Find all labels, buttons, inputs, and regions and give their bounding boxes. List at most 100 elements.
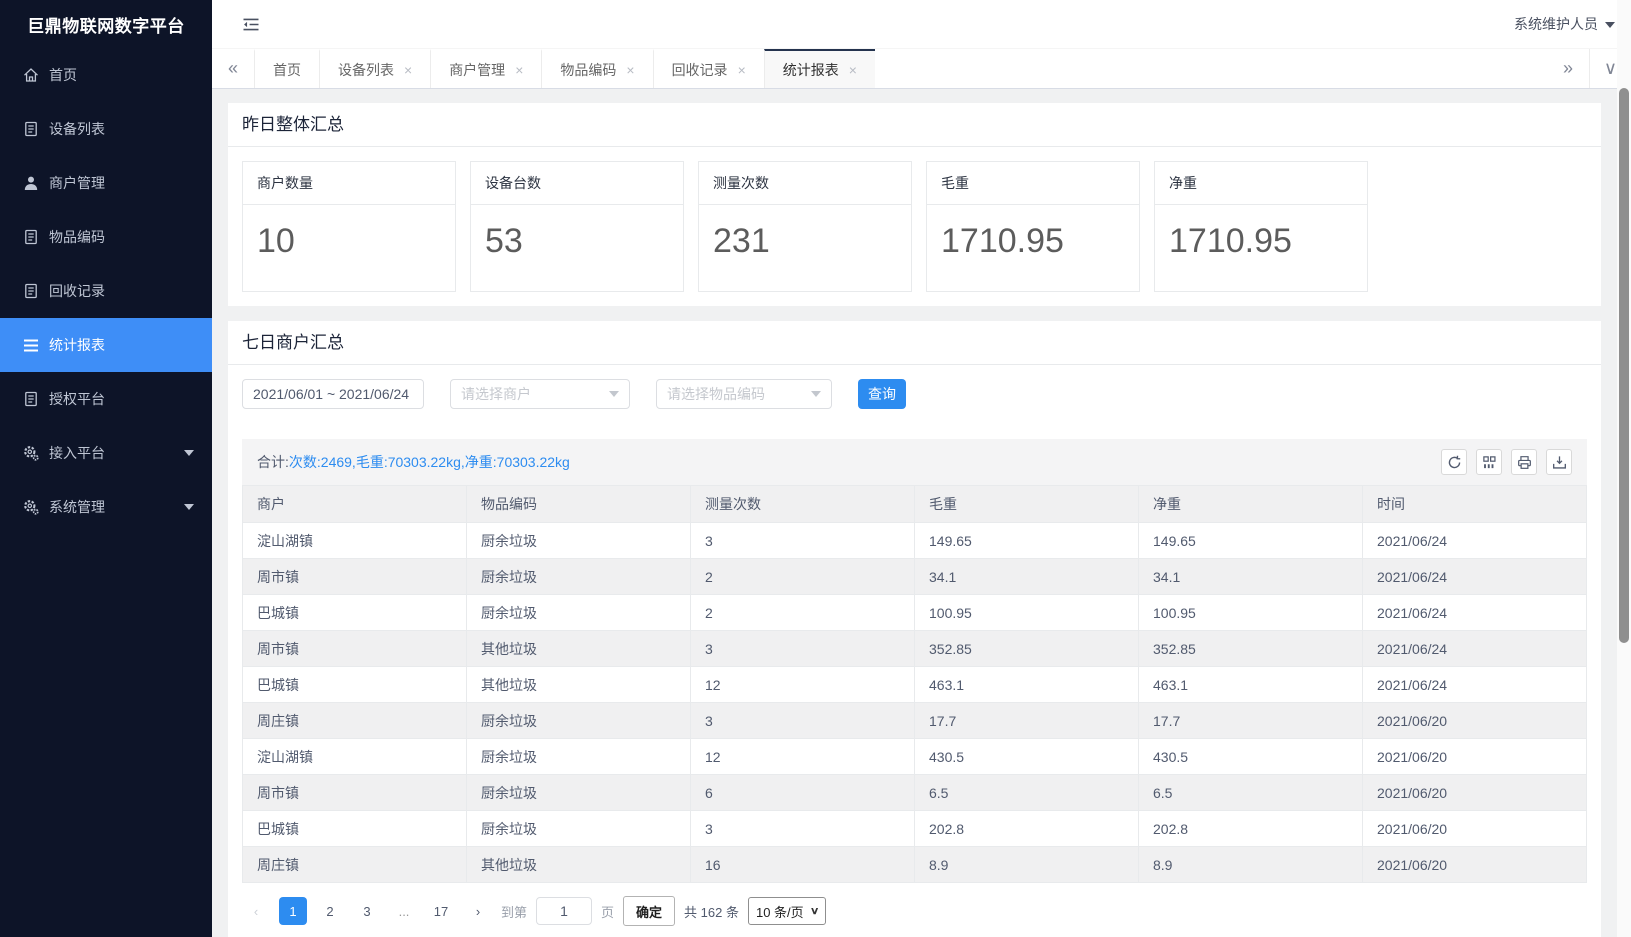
doc-icon xyxy=(22,283,39,300)
cell-net-weight: 6.5 xyxy=(1139,775,1363,811)
cell-merchant: 周市镇 xyxy=(243,775,467,811)
page-button[interactable]: › xyxy=(464,897,492,925)
cell-net-weight: 100.95 xyxy=(1139,595,1363,631)
sidebar-item[interactable]: 物品编码 xyxy=(0,210,212,264)
cell-merchant: 巴城镇 xyxy=(243,667,467,703)
totals-prefix: 合计: xyxy=(257,452,289,472)
tab-bar: « 首页 设备列表 × 商户管理 × 物品编码 × 回收记录 xyxy=(212,48,1631,89)
tab[interactable]: 商户管理 × xyxy=(430,49,541,88)
sidebar: 巨鼎物联网数字平台 首页 设备列表 商户管理 物品编码 xyxy=(0,0,212,937)
table-row: 周市镇 其他垃圾 3 352.85 352.85 2021/06/24 xyxy=(243,631,1587,667)
sidebar-item[interactable]: 接入平台 xyxy=(0,426,212,480)
tabs-scroll-left-button[interactable]: « xyxy=(212,49,254,88)
cell-gross-weight: 6.5 xyxy=(915,775,1139,811)
tabs-scroll-right-button[interactable]: » xyxy=(1547,49,1589,88)
table-header-cell: 净重 xyxy=(1139,486,1363,523)
cell-item-code: 厨余垃圾 xyxy=(467,811,691,847)
stat-value: 231 xyxy=(699,205,911,291)
close-icon[interactable]: × xyxy=(515,63,523,77)
close-icon[interactable]: × xyxy=(404,63,412,77)
sidebar-item[interactable]: 商户管理 xyxy=(0,156,212,210)
cell-item-code: 厨余垃圾 xyxy=(467,595,691,631)
report-card: 七日商户汇总 请选择商户 请选择物品编码 查询 合计: 次数:2469,毛重:7… xyxy=(228,321,1601,937)
item-code-select[interactable]: 请选择物品编码 xyxy=(656,379,832,409)
page-size-value: 10 条/页 xyxy=(756,902,804,921)
cell-merchant: 周庄镇 xyxy=(243,847,467,883)
cell-measure-count: 2 xyxy=(691,595,915,631)
tab[interactable]: 首页 xyxy=(254,49,319,88)
table-row: 周市镇 厨余垃圾 6 6.5 6.5 2021/06/20 xyxy=(243,775,1587,811)
table-header-cell: 测量次数 xyxy=(691,486,915,523)
sidebar-item[interactable]: 首页 xyxy=(0,48,212,102)
toolbar-button[interactable] xyxy=(1441,449,1467,475)
cell-merchant: 周市镇 xyxy=(243,631,467,667)
tab[interactable]: 设备列表 × xyxy=(319,49,430,88)
table-row: 巴城镇 厨余垃圾 2 100.95 100.95 2021/06/24 xyxy=(243,595,1587,631)
page-unit-label: 页 xyxy=(601,902,614,921)
stat-cards: 商户数量 10 设备台数 53 测量次数 231 毛重 1710.95 xyxy=(228,147,1601,306)
overview-card: 昨日整体汇总 商户数量 10 设备台数 53 测量次数 231 毛重 xyxy=(228,103,1601,306)
vertical-scrollbar[interactable] xyxy=(1617,0,1631,937)
close-icon[interactable]: × xyxy=(738,63,746,77)
cell-gross-weight: 430.5 xyxy=(915,739,1139,775)
cell-net-weight: 8.9 xyxy=(1139,847,1363,883)
cell-date: 2021/06/24 xyxy=(1363,595,1587,631)
goto-page-input[interactable] xyxy=(536,897,592,925)
toolbar-button[interactable] xyxy=(1546,449,1572,475)
goto-label: 到第 xyxy=(501,902,527,921)
cell-item-code: 厨余垃圾 xyxy=(467,703,691,739)
cell-date: 2021/06/24 xyxy=(1363,559,1587,595)
sidebar-item-label: 商户管理 xyxy=(49,173,105,193)
print-icon xyxy=(1517,455,1532,470)
cell-date: 2021/06/24 xyxy=(1363,631,1587,667)
sidebar-item[interactable]: 统计报表 xyxy=(0,318,212,372)
cell-item-code: 其他垃圾 xyxy=(467,631,691,667)
cell-net-weight: 202.8 xyxy=(1139,811,1363,847)
sidebar-collapse-button[interactable] xyxy=(242,17,260,32)
close-icon[interactable]: × xyxy=(849,63,857,77)
tab-label: 设备列表 xyxy=(338,60,394,80)
sidebar-item[interactable]: 回收记录 xyxy=(0,264,212,318)
cell-measure-count: 3 xyxy=(691,523,915,559)
tab[interactable]: 回收记录 × xyxy=(653,49,764,88)
confirm-button[interactable]: 确定 xyxy=(623,896,675,926)
table-header-cell: 商户 xyxy=(243,486,467,523)
sidebar-item[interactable]: 授权平台 xyxy=(0,372,212,426)
tab[interactable]: 统计报表 × xyxy=(764,49,875,88)
main-content: 昨日整体汇总 商户数量 10 设备台数 53 测量次数 231 毛重 xyxy=(212,90,1617,937)
cell-measure-count: 12 xyxy=(691,667,915,703)
page-size-select[interactable]: 10 条/页 ∨ xyxy=(748,897,826,925)
user-menu[interactable]: 系统维护人员 xyxy=(1514,14,1615,34)
page-button[interactable]: 2 xyxy=(316,897,344,925)
sidebar-item[interactable]: 设备列表 xyxy=(0,102,212,156)
cell-gross-weight: 8.9 xyxy=(915,847,1139,883)
scrollbar-thumb[interactable] xyxy=(1619,88,1629,643)
date-range-input[interactable] xyxy=(242,379,424,409)
page-button[interactable]: 1 xyxy=(279,897,307,925)
toolbar-button[interactable] xyxy=(1511,449,1537,475)
doc-icon xyxy=(22,391,39,408)
cell-date: 2021/06/24 xyxy=(1363,667,1587,703)
cell-date: 2021/06/20 xyxy=(1363,703,1587,739)
page-button[interactable]: 3 xyxy=(353,897,381,925)
sidebar-item[interactable]: 系统管理 xyxy=(0,480,212,534)
stat-card: 测量次数 231 xyxy=(698,161,912,292)
toolbar-button[interactable] xyxy=(1476,449,1502,475)
cell-date: 2021/06/20 xyxy=(1363,847,1587,883)
tab[interactable]: 物品编码 × xyxy=(541,49,652,88)
cell-net-weight: 463.1 xyxy=(1139,667,1363,703)
merchant-select[interactable]: 请选择商户 xyxy=(450,379,630,409)
cell-measure-count: 12 xyxy=(691,739,915,775)
cell-date: 2021/06/20 xyxy=(1363,775,1587,811)
cell-gross-weight: 463.1 xyxy=(915,667,1139,703)
sidebar-item-label: 接入平台 xyxy=(49,443,105,463)
table-row: 巴城镇 其他垃圾 12 463.1 463.1 2021/06/24 xyxy=(243,667,1587,703)
table-row: 周庄镇 其他垃圾 16 8.9 8.9 2021/06/20 xyxy=(243,847,1587,883)
search-button[interactable]: 查询 xyxy=(858,379,906,409)
stat-value: 1710.95 xyxy=(1155,205,1367,291)
page-button[interactable]: 17 xyxy=(427,897,455,925)
cell-measure-count: 6 xyxy=(691,775,915,811)
close-icon[interactable]: × xyxy=(626,63,634,77)
chevron-down-icon xyxy=(609,391,619,397)
doc-icon xyxy=(22,229,39,246)
